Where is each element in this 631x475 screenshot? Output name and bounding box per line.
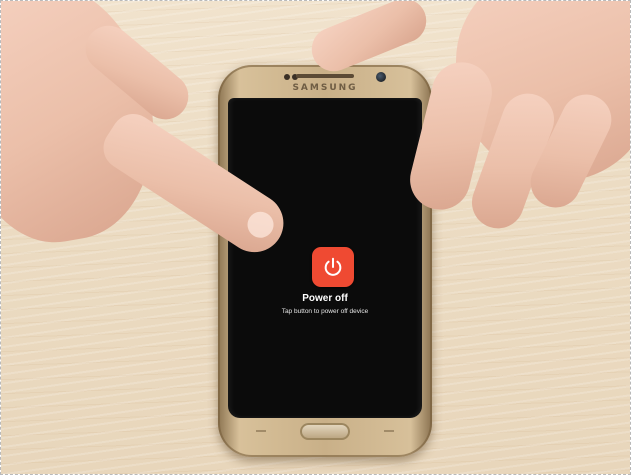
power-off-button[interactable] [312, 247, 354, 287]
power-off-label: Power off [302, 293, 348, 304]
front-camera [376, 72, 386, 82]
smartphone: SAMSUNG Power off Tap button to power of… [218, 65, 432, 457]
fingernail [242, 206, 279, 243]
back-key[interactable] [384, 430, 394, 432]
phone-screen: Power off Tap button to power off device [228, 98, 422, 418]
home-button[interactable] [300, 423, 350, 440]
photo-frame: SAMSUNG Power off Tap button to power of… [0, 0, 631, 475]
earpiece-speaker [296, 74, 354, 78]
brand-logo: SAMSUNG [292, 83, 358, 93]
power-off-hint: Tap button to power off device [281, 308, 369, 315]
power-icon [324, 257, 342, 276]
proximity-sensor [284, 74, 290, 80]
recent-apps-key[interactable] [256, 430, 266, 432]
